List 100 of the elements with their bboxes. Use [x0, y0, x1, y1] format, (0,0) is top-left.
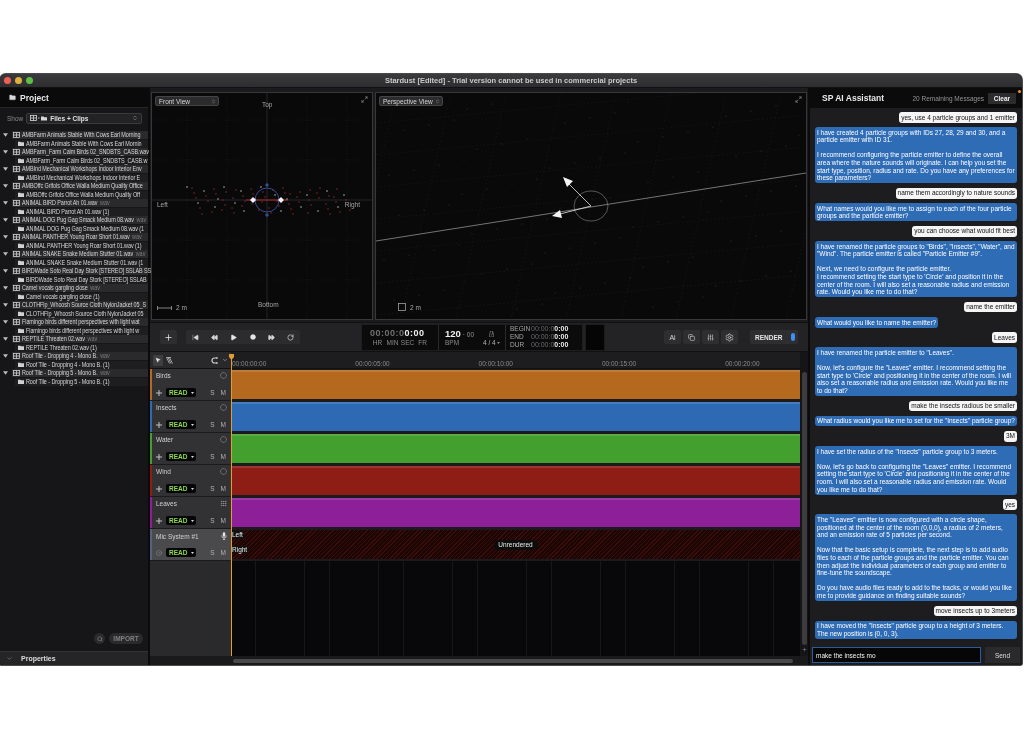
up-down-chevron-icon [435, 98, 440, 104]
circle-dot-icon[interactable] [156, 549, 162, 556]
clip[interactable] [231, 402, 800, 431]
expand-caret-icon[interactable] [3, 201, 8, 205]
horizontal-scrollbar-thumb[interactable] [233, 658, 793, 663]
dashed-circle-icon [220, 436, 227, 443]
folder-icon [18, 226, 24, 231]
grid-icon [13, 183, 20, 189]
caret-down-icon [191, 519, 194, 522]
grid-icon [13, 251, 20, 257]
folder-icon [18, 260, 24, 265]
skip-back-icon [192, 333, 199, 341]
caret-down-icon [496, 341, 500, 344]
expand-caret-icon[interactable] [3, 167, 8, 171]
folder-icon [18, 311, 24, 316]
grid-and-folder-icon [30, 115, 48, 121]
plus-icon[interactable] [801, 647, 807, 652]
grid-icon [13, 166, 20, 172]
plus-icon [164, 332, 173, 342]
expand-caret-icon[interactable] [3, 371, 8, 375]
add-button[interactable] [160, 330, 177, 344]
grid-icon [13, 370, 20, 376]
grid-icon [13, 200, 20, 206]
plus-icon[interactable] [156, 421, 162, 428]
folder-icon [18, 362, 24, 367]
grid-icon [13, 302, 20, 308]
hatched-wand-icon[interactable] [166, 356, 174, 364]
folder-icon [18, 243, 24, 248]
overlapping-squares-icon [688, 333, 695, 341]
dashed-circle-icon [220, 468, 227, 475]
folder-icon [18, 141, 24, 146]
grid-icon [13, 268, 20, 274]
expand-caret-icon[interactable] [3, 337, 8, 341]
plus-icon[interactable] [156, 517, 162, 524]
play-icon [230, 333, 237, 341]
clip[interactable] [231, 498, 800, 527]
mixer-button[interactable] [702, 330, 719, 344]
up-down-chevron-icon [132, 115, 138, 121]
caret-down-icon [191, 455, 194, 458]
notification-dot-icon [1018, 90, 1021, 93]
expand-caret-icon[interactable] [3, 133, 8, 137]
grid-icon [13, 234, 20, 240]
panel-title: Project [20, 92, 49, 103]
expand-caret-icon[interactable] [3, 235, 8, 239]
folder-icon [18, 192, 24, 197]
expand-caret-icon[interactable] [3, 354, 8, 358]
expand-caret-icon[interactable] [3, 252, 8, 256]
window-minimize-button[interactable] [15, 77, 22, 84]
clip[interactable] [231, 370, 800, 399]
grid-icon [13, 149, 20, 155]
record-dot-icon [249, 334, 256, 340]
window-zoom-button[interactable] [26, 77, 33, 84]
grid-icon [13, 319, 20, 325]
plus-icon[interactable] [156, 453, 162, 460]
caret-down-icon [191, 487, 194, 490]
metronome-icon [488, 330, 494, 337]
folder-icon [18, 345, 24, 350]
expand-caret-icon[interactable] [3, 150, 8, 154]
plus-icon[interactable] [156, 389, 162, 396]
magnet-icon[interactable] [211, 356, 219, 364]
plus-icon[interactable] [156, 485, 162, 492]
expand-caret-icon[interactable] [3, 286, 8, 290]
folder-icon [18, 175, 24, 180]
pointer-icon [155, 357, 161, 363]
clip[interactable] [231, 466, 800, 495]
folder-icon [18, 209, 24, 214]
window-button[interactable] [683, 330, 700, 344]
circular-arrow-icon [287, 333, 294, 341]
expand-icon[interactable] [795, 96, 802, 103]
expand-caret-icon[interactable] [3, 269, 8, 273]
expand-caret-icon[interactable] [3, 184, 8, 188]
tempo-value: 120 [445, 328, 461, 339]
dashed-circle-icon [220, 372, 227, 379]
expand-caret-icon[interactable] [3, 320, 8, 324]
sliders-icon [707, 333, 714, 341]
chevron-down-icon[interactable] [222, 357, 228, 363]
clip[interactable] [231, 434, 800, 463]
expand-caret-icon[interactable] [3, 303, 8, 307]
expand-icon[interactable] [361, 96, 368, 103]
dashed-circle-icon [220, 404, 227, 411]
caret-down-icon [191, 391, 194, 394]
square-icon [398, 303, 406, 311]
folder-icon [18, 379, 24, 384]
pointer-tool-button[interactable] [153, 354, 163, 366]
fast-forward-icon [268, 333, 275, 341]
caret-down-icon [191, 423, 194, 426]
grid-icon [13, 132, 20, 138]
search-button[interactable] [94, 633, 105, 644]
grid-icon [13, 353, 20, 359]
grid-icon [13, 336, 20, 342]
window-close-button[interactable] [4, 77, 11, 84]
assistant-title: SP AI Assistant [822, 93, 885, 103]
folder-icon [18, 294, 24, 299]
settings-button[interactable] [721, 330, 738, 344]
vertical-scrollbar-thumb[interactable] [801, 372, 807, 645]
expand-caret-icon[interactable] [3, 218, 8, 222]
up-down-chevron-icon [211, 98, 216, 104]
caret-down-icon [191, 551, 194, 554]
rewind-icon [211, 333, 218, 341]
playhead[interactable] [229, 354, 234, 656]
